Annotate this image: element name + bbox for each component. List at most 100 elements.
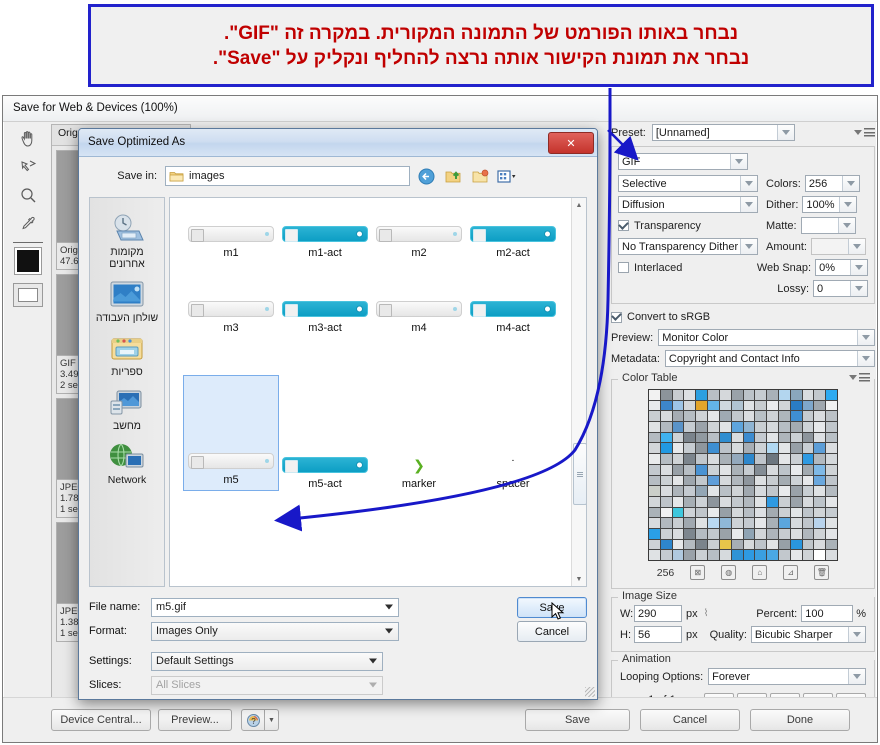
color-swatch[interactable] [672,496,684,507]
color-swatch[interactable] [649,443,660,454]
chevron-down-icon[interactable] [850,281,867,296]
color-swatch[interactable] [743,443,755,454]
color-swatch[interactable] [767,464,778,475]
color-swatch[interactable] [802,443,814,454]
color-swatch[interactable] [672,518,684,528]
color-swatch[interactable] [767,528,778,539]
color-swatch[interactable] [767,432,778,443]
color-swatch[interactable] [802,528,814,539]
color-swatch[interactable] [826,518,837,528]
foreground-color-swatch[interactable] [14,247,42,275]
color-swatch[interactable] [684,411,696,422]
color-swatch[interactable] [790,443,802,454]
lossy-dropdown[interactable]: 0 [813,280,868,297]
color-swatch[interactable] [826,411,837,422]
color-swatch[interactable] [719,528,731,539]
color-swatch[interactable] [672,475,684,486]
interlaced-checkbox[interactable] [618,262,629,273]
color-swatch[interactable] [649,539,660,550]
color-swatch[interactable] [672,539,684,550]
color-swatch[interactable] [790,400,802,411]
chevron-down-icon[interactable] [848,627,865,642]
color-swatch[interactable] [660,550,672,560]
color-swatch[interactable] [660,411,672,422]
color-swatch[interactable] [814,518,826,528]
color-swatch[interactable] [684,486,696,496]
color-swatch[interactable] [731,443,743,454]
color-swatch[interactable] [790,454,802,464]
color-swatch[interactable] [719,422,731,432]
color-swatch[interactable] [672,422,684,432]
color-swatch[interactable] [649,400,660,411]
color-swatch[interactable] [743,422,755,432]
color-swatch[interactable] [790,432,802,443]
color-swatch[interactable] [814,422,826,432]
scrollbar-thumb[interactable] [573,443,586,505]
color-swatch[interactable] [767,422,778,432]
color-swatch[interactable] [684,390,696,400]
color-swatch[interactable] [814,432,826,443]
color-swatch[interactable] [790,475,802,486]
format-dropdown[interactable]: Images Only [151,621,399,641]
color-swatch[interactable] [767,400,778,411]
color-swatch[interactable] [802,422,814,432]
color-swatch[interactable] [755,390,767,400]
color-swatch[interactable] [802,507,814,518]
color-swatch[interactable] [672,400,684,411]
color-swatch[interactable] [660,507,672,518]
color-swatch[interactable] [672,432,684,443]
color-swatch[interactable] [649,518,660,528]
file-list-scrollbar[interactable]: ▲ ▼ [571,198,586,586]
color-swatch[interactable] [802,411,814,422]
color-swatch[interactable] [767,507,778,518]
color-swatch[interactable] [649,454,660,464]
color-swatch[interactable] [696,528,708,539]
colors-dropdown[interactable]: 256 [804,175,860,192]
color-swatch[interactable] [696,411,708,422]
transparency-dither-dropdown[interactable]: No Transparency Dither [618,238,758,255]
color-swatch[interactable] [814,454,826,464]
new-color-icon[interactable]: ⊿ [783,565,799,580]
color-swatch[interactable] [778,528,790,539]
color-swatch[interactable] [814,550,826,560]
color-swatch[interactable] [696,518,708,528]
color-swatch[interactable] [755,475,767,486]
color-swatch[interactable] [767,443,778,454]
color-swatch[interactable] [826,486,837,496]
color-swatch[interactable] [708,464,719,475]
color-swatch[interactable] [778,486,790,496]
color-swatch[interactable] [696,496,708,507]
color-swatch[interactable] [731,496,743,507]
done-button[interactable]: Done [750,709,850,731]
color-swatch[interactable] [790,528,802,539]
file-list[interactable]: m1 m1-act m2 m2-act m3 m3-act m4 m4-act … [169,197,587,587]
color-swatch[interactable] [802,496,814,507]
color-swatch[interactable] [790,539,802,550]
color-swatch[interactable] [708,422,719,432]
color-swatch[interactable] [790,411,802,422]
color-swatch[interactable] [778,411,790,422]
color-swatch[interactable] [696,550,708,560]
color-swatch[interactable] [660,518,672,528]
color-swatch[interactable] [755,486,767,496]
color-swatch[interactable] [755,400,767,411]
color-swatch[interactable] [719,475,731,486]
color-swatch[interactable] [684,507,696,518]
dither-method-dropdown[interactable]: Diffusion [618,196,758,213]
color-swatch[interactable] [743,496,755,507]
color-swatch[interactable] [778,518,790,528]
color-swatch[interactable] [684,432,696,443]
file-item-spacer[interactable]: ˙ spacer [466,457,560,490]
color-swatch[interactable] [755,422,767,432]
place-recent-places[interactable]: מקומות אחרונים [92,212,162,270]
matte-dropdown[interactable] [800,217,856,234]
color-swatch[interactable] [708,390,719,400]
color-swatch[interactable] [778,507,790,518]
chevron-down-icon[interactable] [841,176,859,191]
file-item-m4-act[interactable]: m4-act [466,301,560,334]
width-input[interactable]: 290 [634,605,682,622]
chevron-down-icon[interactable] [776,125,794,140]
color-swatch[interactable] [743,390,755,400]
color-swatch[interactable] [778,400,790,411]
eyedropper-tool[interactable] [13,210,43,236]
